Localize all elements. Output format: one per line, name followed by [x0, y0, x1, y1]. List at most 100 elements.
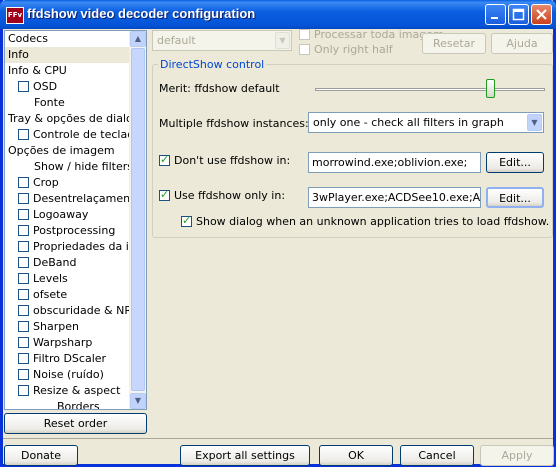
show-dialog-checkbox[interactable] [181, 214, 192, 227]
tree-item-checkbox[interactable] [18, 129, 29, 140]
tree-item[interactable]: Info & CPU [5, 63, 130, 79]
tree-item-label: Filtro DScaler [33, 352, 107, 365]
multiple-instances-label: Multiple ffdshow instances: [159, 117, 309, 130]
title-bar[interactable]: FFv ffdshow video decoder configuration [0, 0, 556, 29]
cancel-button[interactable]: Cancel [400, 445, 474, 466]
tree-item-checkbox[interactable] [18, 225, 29, 236]
tree-item-checkbox[interactable] [18, 337, 29, 348]
only-right-half-checkbox[interactable] [299, 44, 310, 55]
tree-item[interactable]: Desentrelaçamento [5, 191, 141, 207]
ok-button[interactable]: OK [319, 445, 393, 466]
dont-use-input[interactable]: morrowind.exe;oblivion.exe; [308, 152, 481, 173]
tree-item[interactable]: Postprocessing [5, 223, 130, 239]
maximize-button[interactable] [508, 4, 529, 25]
merit-slider-thumb[interactable] [486, 79, 495, 98]
tree-item[interactable]: Controle de teclado [5, 127, 141, 143]
tree-item-checkbox[interactable] [18, 305, 29, 316]
minimize-button[interactable] [485, 4, 506, 25]
tree-item-label: Levels [33, 272, 68, 285]
tree-item-checkbox[interactable] [18, 289, 29, 300]
page-tree[interactable]: Codecs Info Info & CPU OSD Fonte Tray & opçõe… [4, 30, 147, 410]
show-dialog-option[interactable]: Show dialog when an unknown application … [181, 214, 549, 228]
only-right-half-option[interactable]: Only right half [299, 43, 393, 56]
tree-item-label: Show / hide filters [34, 160, 133, 173]
use-only-option[interactable]: Use ffdshow only in: [159, 188, 286, 202]
dont-use-edit-button[interactable]: Edit... [486, 152, 544, 173]
tree-item[interactable]: Fonte [5, 95, 130, 111]
tree-item[interactable]: Filtro DScaler [5, 351, 130, 367]
tree-item[interactable]: Logoaway [5, 207, 130, 223]
tree-item[interactable]: Crop [5, 175, 130, 191]
scroll-up-button[interactable]: ▲ [130, 31, 146, 47]
reset-button[interactable]: Resetar [422, 33, 486, 54]
maximize-icon [512, 8, 525, 21]
tree-item-label: obscuridade & NR [33, 304, 132, 317]
close-button[interactable] [531, 4, 552, 25]
tree-item-label: Warpsharp [33, 336, 93, 349]
use-only-checkbox[interactable] [159, 188, 170, 201]
scroll-thumb[interactable] [131, 48, 145, 391]
preset-select[interactable]: default ▼ [152, 30, 292, 51]
tree-scrollbar[interactable]: ▲ ▼ [129, 31, 146, 409]
process-whole-image-checkbox[interactable] [299, 29, 310, 40]
tree-item-checkbox[interactable] [18, 177, 29, 188]
tree-item[interactable]: ofsete [5, 287, 130, 303]
tree-item-checkbox[interactable] [18, 273, 29, 284]
dont-use-label: Don't use ffdshow in: [174, 154, 291, 167]
use-only-label: Use ffdshow only in: [174, 189, 286, 202]
scroll-down-button[interactable]: ▼ [130, 393, 146, 409]
tree-item[interactable]: Sharpen [5, 319, 130, 335]
tree-item[interactable]: Info [5, 47, 130, 63]
close-icon [536, 9, 547, 20]
tree-item-checkbox[interactable] [18, 209, 29, 220]
dont-use-checkbox[interactable] [159, 153, 170, 166]
tree-item-label: Tray & opções de dialogo [8, 112, 147, 125]
tree-item-label: Opções de imagem [8, 144, 115, 157]
tree-item[interactable]: Levels [5, 271, 130, 287]
tree-item[interactable]: Propriedades da imagem [5, 239, 146, 255]
only-right-half-label: Only right half [314, 43, 393, 56]
tree-item-checkbox[interactable] [18, 257, 29, 268]
tree-item[interactable]: Warpsharp [5, 335, 130, 351]
export-settings-button[interactable]: Export all settings [180, 445, 310, 466]
reset-order-button[interactable]: Reset order [4, 413, 147, 434]
tree-item[interactable]: DeBand [5, 255, 130, 271]
window-title: ffdshow video decoder configuration [27, 6, 256, 21]
tree-item-label: DeBand [33, 256, 77, 269]
tree-item-checkbox[interactable] [18, 321, 29, 332]
tree-item[interactable]: Borders [5, 399, 130, 409]
tree-item-checkbox[interactable] [18, 353, 29, 364]
tree-item-label: OSD [33, 80, 58, 93]
tree-item[interactable]: Opções de imagem [5, 143, 130, 159]
main-window: FFv ffdshow video decoder configuration … [0, 0, 556, 467]
tree-item-checkbox[interactable] [18, 241, 29, 252]
help-button[interactable]: Ajuda [491, 33, 553, 54]
tree-item-label: Resize & aspect [33, 384, 121, 397]
tree-item-label: Noise (ruído) [33, 368, 104, 381]
chevron-down-icon: ▼ [134, 396, 142, 405]
tree-item-label: Sharpen [33, 320, 79, 333]
tree-item-label: Codecs [8, 32, 48, 45]
tree-item-label: Logoaway [33, 208, 89, 221]
merit-slider-track[interactable] [315, 88, 545, 91]
tree-item-checkbox[interactable] [18, 193, 29, 204]
donate-button[interactable]: Donate [4, 445, 78, 466]
apply-button[interactable]: Apply [480, 445, 554, 466]
chevron-down-icon: ▼ [275, 32, 290, 49]
tree-item-checkbox[interactable] [18, 385, 29, 396]
tree-item-checkbox[interactable] [18, 81, 29, 92]
tree-item[interactable]: Show / hide filters [5, 159, 133, 175]
tree-item-checkbox[interactable] [18, 369, 29, 380]
tree-item[interactable]: Noise (ruído) [5, 367, 130, 383]
tree-item[interactable]: Codecs [5, 31, 130, 47]
tree-item[interactable]: obscuridade & NR [5, 303, 132, 319]
tree-item[interactable]: Tray & opções de dialogo [5, 111, 146, 127]
dont-use-option[interactable]: Don't use ffdshow in: [159, 153, 291, 167]
use-only-input[interactable]: 3wPlayer.exe;ACDSee10.exe;ACI [308, 187, 481, 208]
merit-label: Merit: ffdshow default [159, 82, 280, 95]
tree-item[interactable]: OSD [5, 79, 130, 95]
multiple-instances-select[interactable]: only one - check all filters in graph ▼ [308, 112, 544, 133]
tree-item-label: Controle de teclado [33, 128, 141, 141]
tree-item[interactable]: Resize & aspect [5, 383, 130, 399]
use-only-edit-button[interactable]: Edit... [486, 187, 544, 208]
